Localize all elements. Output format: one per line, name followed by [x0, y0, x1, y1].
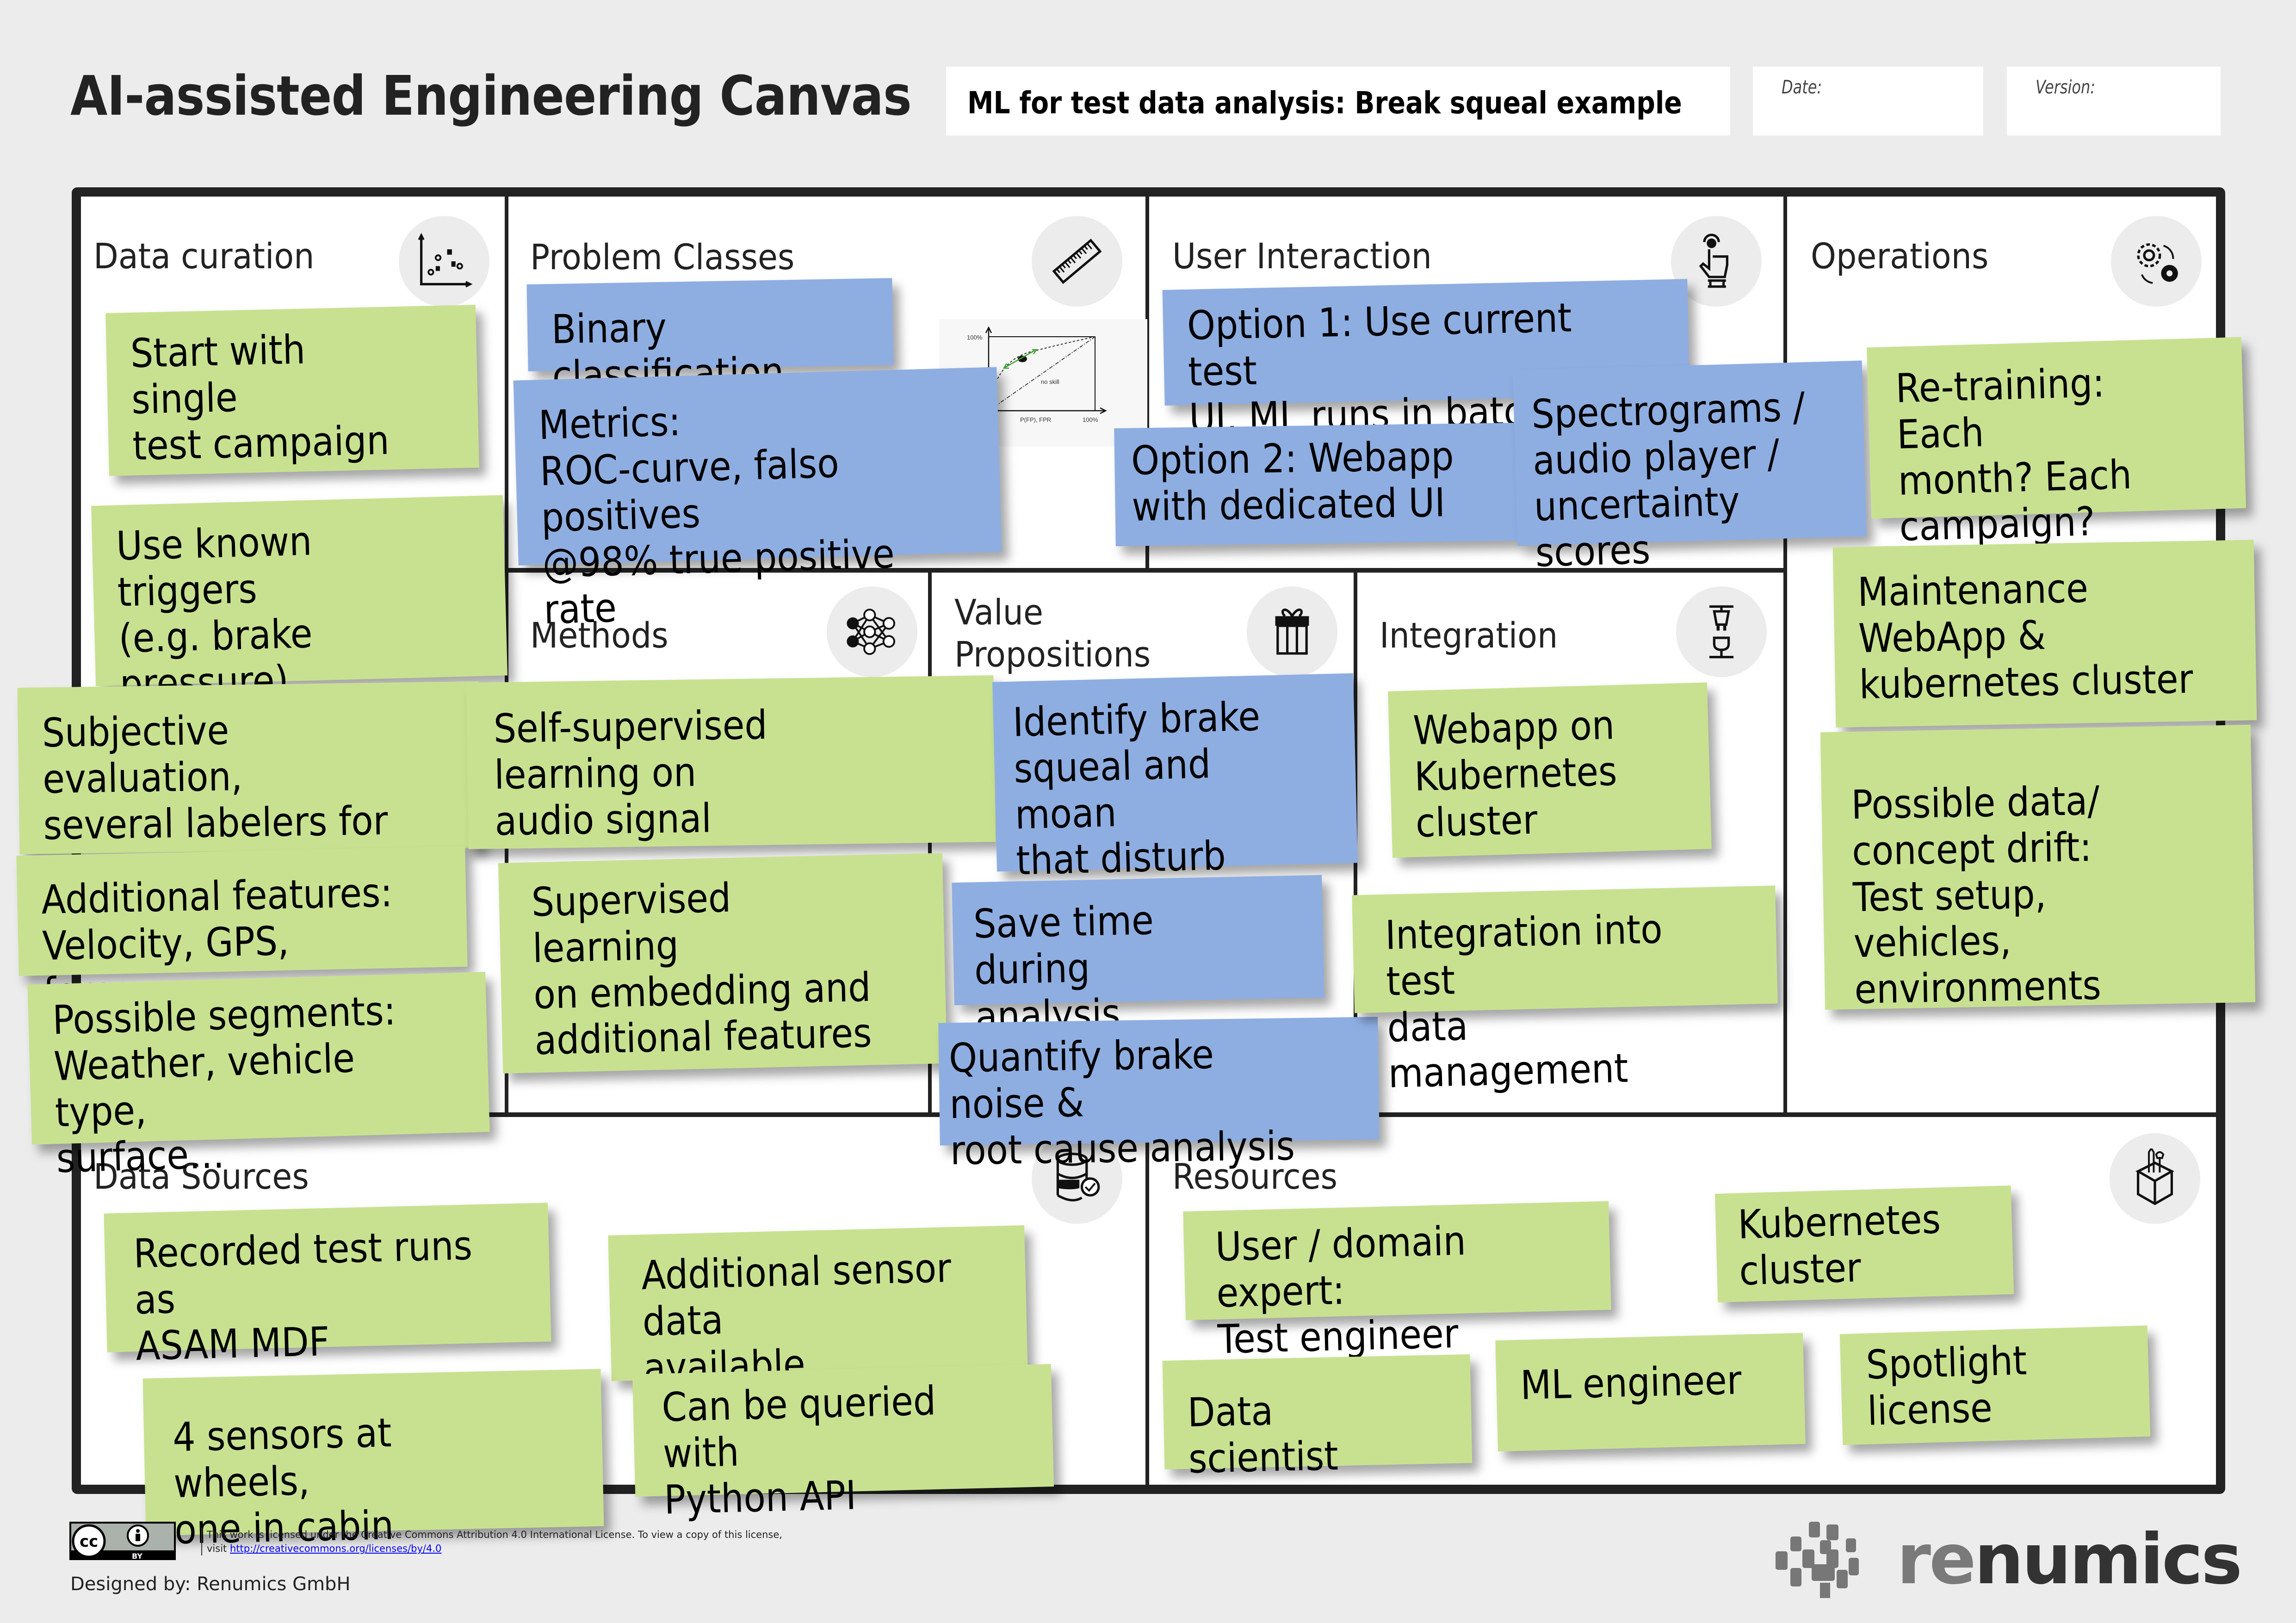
- section-title-data-curation: Data curation: [93, 235, 315, 277]
- logo-text-re: re: [1897, 1519, 1976, 1600]
- sticky-note[interactable]: Integration into test data management: [1352, 885, 1778, 1097]
- section-title-value-propositions: Value Propositions: [954, 592, 1151, 675]
- note-text: Self-supervised learning on audio signal: [493, 702, 768, 845]
- plug-socket-icon: [1676, 586, 1767, 677]
- cc-by-license-badge[interactable]: cc BY: [69, 1522, 176, 1561]
- date-label: Date:: [1782, 77, 1822, 98]
- version-label: Version:: [2036, 77, 2096, 98]
- license-notice: This work is licensed under the Creative…: [201, 1528, 782, 1555]
- version-field[interactable]: Version:: [2007, 67, 2221, 136]
- sticky-note[interactable]: Possible segments: Weather, vehicle type…: [27, 972, 490, 1182]
- sticky-note[interactable]: Supervised learning on embedding and add…: [498, 853, 947, 1074]
- divider-operations: [1783, 194, 1787, 1117]
- sticky-note[interactable]: User / domain expert: Test engineer: [1183, 1201, 1611, 1363]
- sticky-note[interactable]: Possible data/ concept drift: Test setup…: [1820, 724, 2256, 1013]
- cc-by-icon: cc BY: [71, 1524, 174, 1561]
- renumics-logo-mark-icon: [1776, 1522, 1859, 1598]
- sticky-note[interactable]: Self-supervised learning on audio signal: [466, 675, 996, 849]
- note-text: Spectrograms / audio player / uncertaint…: [1531, 384, 1806, 576]
- note-text: Save time during analysis: [973, 897, 1154, 1040]
- note-text: Kubernetes cluster: [1737, 1196, 1942, 1295]
- license-text: This work is licensed under the Creative…: [207, 1529, 782, 1540]
- subtitle-text: ML for test data analysis: Break squeal …: [967, 85, 1682, 121]
- sticky-note[interactable]: Kubernetes cluster: [1714, 1185, 2014, 1302]
- note-text: Integration into test data management: [1385, 906, 1663, 1097]
- threshold-arrow-icon: [1003, 349, 1038, 369]
- sticky-note[interactable]: Option 2: Webapp with dedicated UI: [1114, 422, 1518, 547]
- sticky-note[interactable]: Identify brake squeal and moan that dist…: [992, 673, 1358, 976]
- section-title-operations: Operations: [1811, 235, 1989, 277]
- gears-cycle-icon: [2111, 216, 2202, 307]
- sticky-note[interactable]: 4 sensors at wheels, one in cabin: [142, 1369, 604, 1553]
- note-text: Possible data/ concept drift: Test setup…: [1850, 778, 2102, 1013]
- note-text: Supervised learning on embedding and add…: [531, 875, 873, 1064]
- note-text: Possible segments: Weather, vehicle type…: [52, 987, 396, 1182]
- designed-by: Designed by: Renumics GmbH: [70, 1574, 351, 1595]
- sticky-note[interactable]: Additional sensor data available: [608, 1225, 1028, 1391]
- note-text: Re-training: Each month? Each campaign?: [1895, 360, 2133, 550]
- canvas-title: AI-assisted Engineering Canvas: [70, 64, 912, 128]
- note-text: Start with single test campaign: [130, 327, 390, 469]
- note-text: Metrics: ROC-curve, falso positives @98%…: [538, 398, 895, 634]
- roc-x-max-label: 100%: [1083, 416, 1098, 423]
- section-title-integration: Integration: [1380, 615, 1558, 656]
- sticky-note[interactable]: Metrics: ROC-curve, falso positives @98%…: [513, 367, 1002, 633]
- license-link[interactable]: http://creativecommons.org/licenses/by/4…: [230, 1543, 441, 1554]
- section-title-problem-classes: Problem Classes: [530, 236, 795, 278]
- sticky-note[interactable]: Recorded test runs as ASAM MDF: [104, 1203, 551, 1370]
- sticky-note[interactable]: Binary classification: [526, 278, 894, 399]
- sticky-note[interactable]: Maintenance WebApp & kubernetes cluster: [1832, 540, 2257, 728]
- sticky-note[interactable]: Can be queried with Python API: [632, 1364, 1054, 1523]
- note-text: Recorded test runs as ASAM MDF: [133, 1222, 473, 1370]
- roc-y-top-label: 100%: [967, 334, 983, 341]
- note-text: Webapp on Kubernetes cluster: [1412, 702, 1618, 846]
- logo-text-numics: numics: [1974, 1519, 2242, 1600]
- section-title-user-interaction: User Interaction: [1172, 235, 1432, 277]
- scatter-plot-icon: [399, 216, 489, 307]
- subtitle-field[interactable]: ML for test data analysis: Break squeal …: [946, 67, 1730, 136]
- roc-x-axis: [988, 407, 1107, 414]
- note-text: Maintenance WebApp & kubernetes cluster: [1857, 565, 2194, 708]
- sticky-note[interactable]: Quantify brake noise & root cause analys…: [938, 1017, 1380, 1174]
- sticky-note[interactable]: Re-training: Each month? Each campaign?: [1866, 337, 2246, 550]
- note-text: Data scientist: [1187, 1388, 1339, 1482]
- renumics-logo: renumics: [1772, 1519, 2242, 1600]
- gift-icon: [1247, 586, 1337, 677]
- toolbox-icon: [2110, 1133, 2200, 1224]
- roc-x-axis-label: P(FP), FPR: [1020, 416, 1051, 423]
- sticky-note[interactable]: Spectrograms / audio player / uncertaint…: [1512, 360, 1867, 576]
- note-text: ML engineer: [1520, 1357, 1742, 1409]
- sticky-note[interactable]: Additional features: Velocity, GPS, forc…: [16, 846, 468, 1016]
- sticky-note[interactable]: Webapp on Kubernetes cluster: [1388, 682, 1712, 858]
- note-text: Can be queried with Python API: [661, 1378, 937, 1523]
- date-field[interactable]: Date:: [1753, 67, 1983, 136]
- license-visit: visit: [207, 1543, 227, 1554]
- svg-text:cc: cc: [80, 1532, 98, 1551]
- no-skill-label: no skill: [1041, 378, 1059, 385]
- sticky-note[interactable]: Save time during analysis: [952, 875, 1324, 1040]
- sticky-note[interactable]: ML engineer: [1495, 1333, 1806, 1452]
- note-text: Spotlight license: [1865, 1338, 2028, 1435]
- sticky-note[interactable]: Use known triggers (e.g. brake pressure)…: [91, 495, 507, 800]
- ruler-icon: [1032, 216, 1122, 307]
- no-skill-line: [988, 336, 1095, 411]
- note-text: Option 2: Webapp with dedicated UI: [1131, 433, 1454, 531]
- sticky-note[interactable]: Subjective evaluation, several labelers …: [17, 681, 482, 895]
- sticky-note[interactable]: Start with single test campaign: [105, 304, 479, 476]
- svg-text:BY: BY: [132, 1552, 142, 1560]
- note-text: Quantify brake noise & root cause analys…: [948, 1031, 1295, 1174]
- sticky-note[interactable]: Data scientist: [1162, 1354, 1473, 1482]
- sticky-note[interactable]: Spotlight license: [1839, 1325, 2151, 1445]
